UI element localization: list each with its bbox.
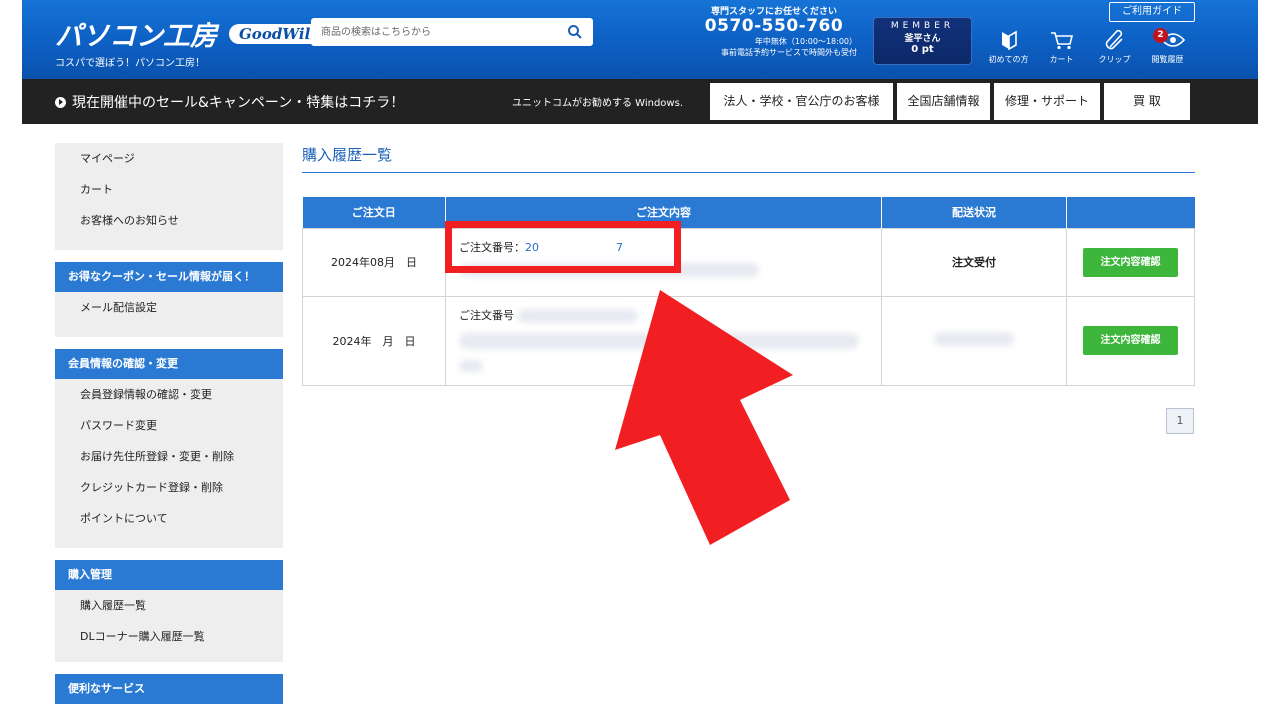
sidebar-item-dl-history[interactable]: DLコーナー購入履歴一覧: [55, 621, 283, 652]
sidebar-item-credit-card[interactable]: クレジットカード登録・削除: [55, 472, 283, 503]
sidebar-item-purchase-history[interactable]: 購入履歴一覧: [55, 590, 283, 621]
table-row: 2024年08月 日 ご注文番号：20 7 注文受付 注文内容確認: [302, 227, 1195, 297]
site-header: パソコン工房 GoodWill コスパで選ぼう！パソコン工房！ 専門スタッフにお…: [22, 0, 1258, 79]
col-action: [1066, 197, 1195, 228]
order-action: 注文内容確認: [1066, 295, 1195, 386]
guide-button[interactable]: ご利用ガイド: [1109, 2, 1195, 22]
search-box: [311, 18, 593, 46]
contact-line3: 事前電話予約サービスで時間外も受付: [721, 48, 857, 57]
member-points: 0 pt: [911, 44, 934, 55]
sidebar-block-services: 便利なサービス: [55, 674, 283, 704]
contact-info: 専門スタッフにお任せください 0570-550-760 年中無休（10:00～1…: [689, 4, 859, 58]
member-badge[interactable]: MEMBER 釜平さん 0 pt: [873, 17, 972, 65]
contact-line2: 年中無休（10:00～18:00）: [754, 37, 857, 46]
site-logo[interactable]: パソコン工房 GoodWill: [55, 14, 326, 53]
sidebar-block-purchase: 購入管理 購入履歴一覧 DLコーナー購入履歴一覧: [55, 560, 283, 662]
cart-label: カート: [1049, 55, 1074, 64]
nav-corporate-button[interactable]: 法人・学校・官公庁のお客様: [710, 83, 893, 120]
order-detail-button[interactable]: 注文内容確認: [1083, 326, 1178, 355]
clip-icon: [1105, 30, 1123, 50]
sidebar-head-purchase: 購入管理: [55, 560, 283, 590]
sidebar-head-member: 会員情報の確認・変更: [55, 349, 283, 379]
windows-recommend: ユニットコムがお勧めする Windows.: [512, 98, 683, 109]
order-date: 2024年 月 日: [302, 295, 446, 386]
sidebar: マイページ カート お客様へのお知らせ お得なクーポン・セール情報が届く！ メー…: [55, 143, 283, 716]
sidebar-block-member: 会員情報の確認・変更 会員登録情報の確認・変更 パスワード変更 お届け先住所登録…: [55, 349, 283, 548]
search-input[interactable]: [311, 19, 551, 45]
nav-buyback-button[interactable]: 買 取: [1104, 83, 1190, 120]
beginner-link[interactable]: 初めての方: [982, 30, 1035, 65]
sidebar-item-mypage[interactable]: マイページ: [55, 143, 283, 174]
order-detail-button[interactable]: 注文内容確認: [1083, 247, 1178, 277]
col-order-date: ご注文日: [302, 197, 446, 228]
phone-number[interactable]: 0570-550-760: [689, 16, 859, 36]
delivery-status: 注文受付: [881, 227, 1067, 297]
arrow-up-icon: [615, 290, 793, 545]
play-circle-icon: [55, 96, 66, 108]
nav-bar: 現在開催中のセール&キャンペーン・特集はコチラ！ ユニットコムがお勧めする Wi…: [22, 79, 1258, 124]
col-delivery-status: 配送状況: [881, 197, 1067, 228]
table-header-row: ご注文日 ご注文内容 配送状況: [302, 197, 1195, 228]
history-count-badge: 2: [1153, 28, 1168, 43]
cart-icon: [1050, 32, 1073, 50]
sidebar-block-mypage: マイページ カート お客様へのお知らせ: [55, 143, 283, 250]
nav-support-button[interactable]: 修理・サポート: [994, 83, 1100, 120]
sidebar-item-mail-settings[interactable]: メール配信設定: [55, 292, 283, 323]
sidebar-item-notices[interactable]: お客様へのお知らせ: [55, 205, 283, 236]
sidebar-item-member-info[interactable]: 会員登録情報の確認・変更: [55, 379, 283, 410]
campaign-text: 現在開催中のセール&キャンペーン・特集はコチラ！: [72, 95, 405, 111]
header-icons: 初めての方 カート クリップ 2 閲覧履歴: [982, 28, 1194, 65]
sidebar-block-coupon: お得なクーポン・セール情報が届く！ メール配信設定: [55, 262, 283, 337]
history-link[interactable]: 2 閲覧履歴: [1141, 28, 1194, 65]
sidebar-item-points[interactable]: ポイントについて: [55, 503, 283, 534]
member-name: 釜平さん: [904, 34, 941, 44]
order-number-label: ご注文番号: [459, 308, 514, 322]
title-divider: [302, 172, 1195, 173]
history-label: 閲覧履歴: [1151, 55, 1184, 64]
sidebar-item-password[interactable]: パスワード変更: [55, 410, 283, 441]
search-icon[interactable]: [567, 24, 583, 40]
clip-link[interactable]: クリップ: [1088, 30, 1141, 65]
tagline: コスパで選ぼう！パソコン工房！: [55, 58, 205, 69]
campaign-link[interactable]: 現在開催中のセール&キャンペーン・特集はコチラ！: [55, 92, 404, 112]
clip-label: クリップ: [1098, 55, 1131, 64]
sidebar-item-address[interactable]: お届け先住所登録・変更・削除: [55, 441, 283, 472]
nav-stores-button[interactable]: 全国店舗情報: [897, 83, 990, 120]
member-label: MEMBER: [890, 21, 955, 31]
logo-text: パソコン工房: [55, 21, 217, 52]
nav-buttons: 法人・学校・官公庁のお客様 全国店舗情報 修理・サポート 買 取: [710, 83, 1194, 120]
pagination-page[interactable]: 1: [1166, 408, 1194, 434]
delivery-status: [881, 295, 1067, 386]
order-date: 2024年08月 日: [302, 227, 446, 297]
sidebar-item-cart[interactable]: カート: [55, 174, 283, 205]
order-action: 注文内容確認: [1066, 227, 1195, 297]
beginner-icon: [1001, 30, 1017, 50]
highlight-box: [445, 221, 681, 273]
sidebar-head-coupon: お得なクーポン・セール情報が届く！: [55, 262, 283, 292]
beginner-label: 初めての方: [988, 55, 1029, 64]
cart-link[interactable]: カート: [1035, 30, 1088, 65]
sidebar-head-services: 便利なサービス: [55, 674, 283, 704]
page-title: 購入履歴一覧: [302, 146, 393, 164]
